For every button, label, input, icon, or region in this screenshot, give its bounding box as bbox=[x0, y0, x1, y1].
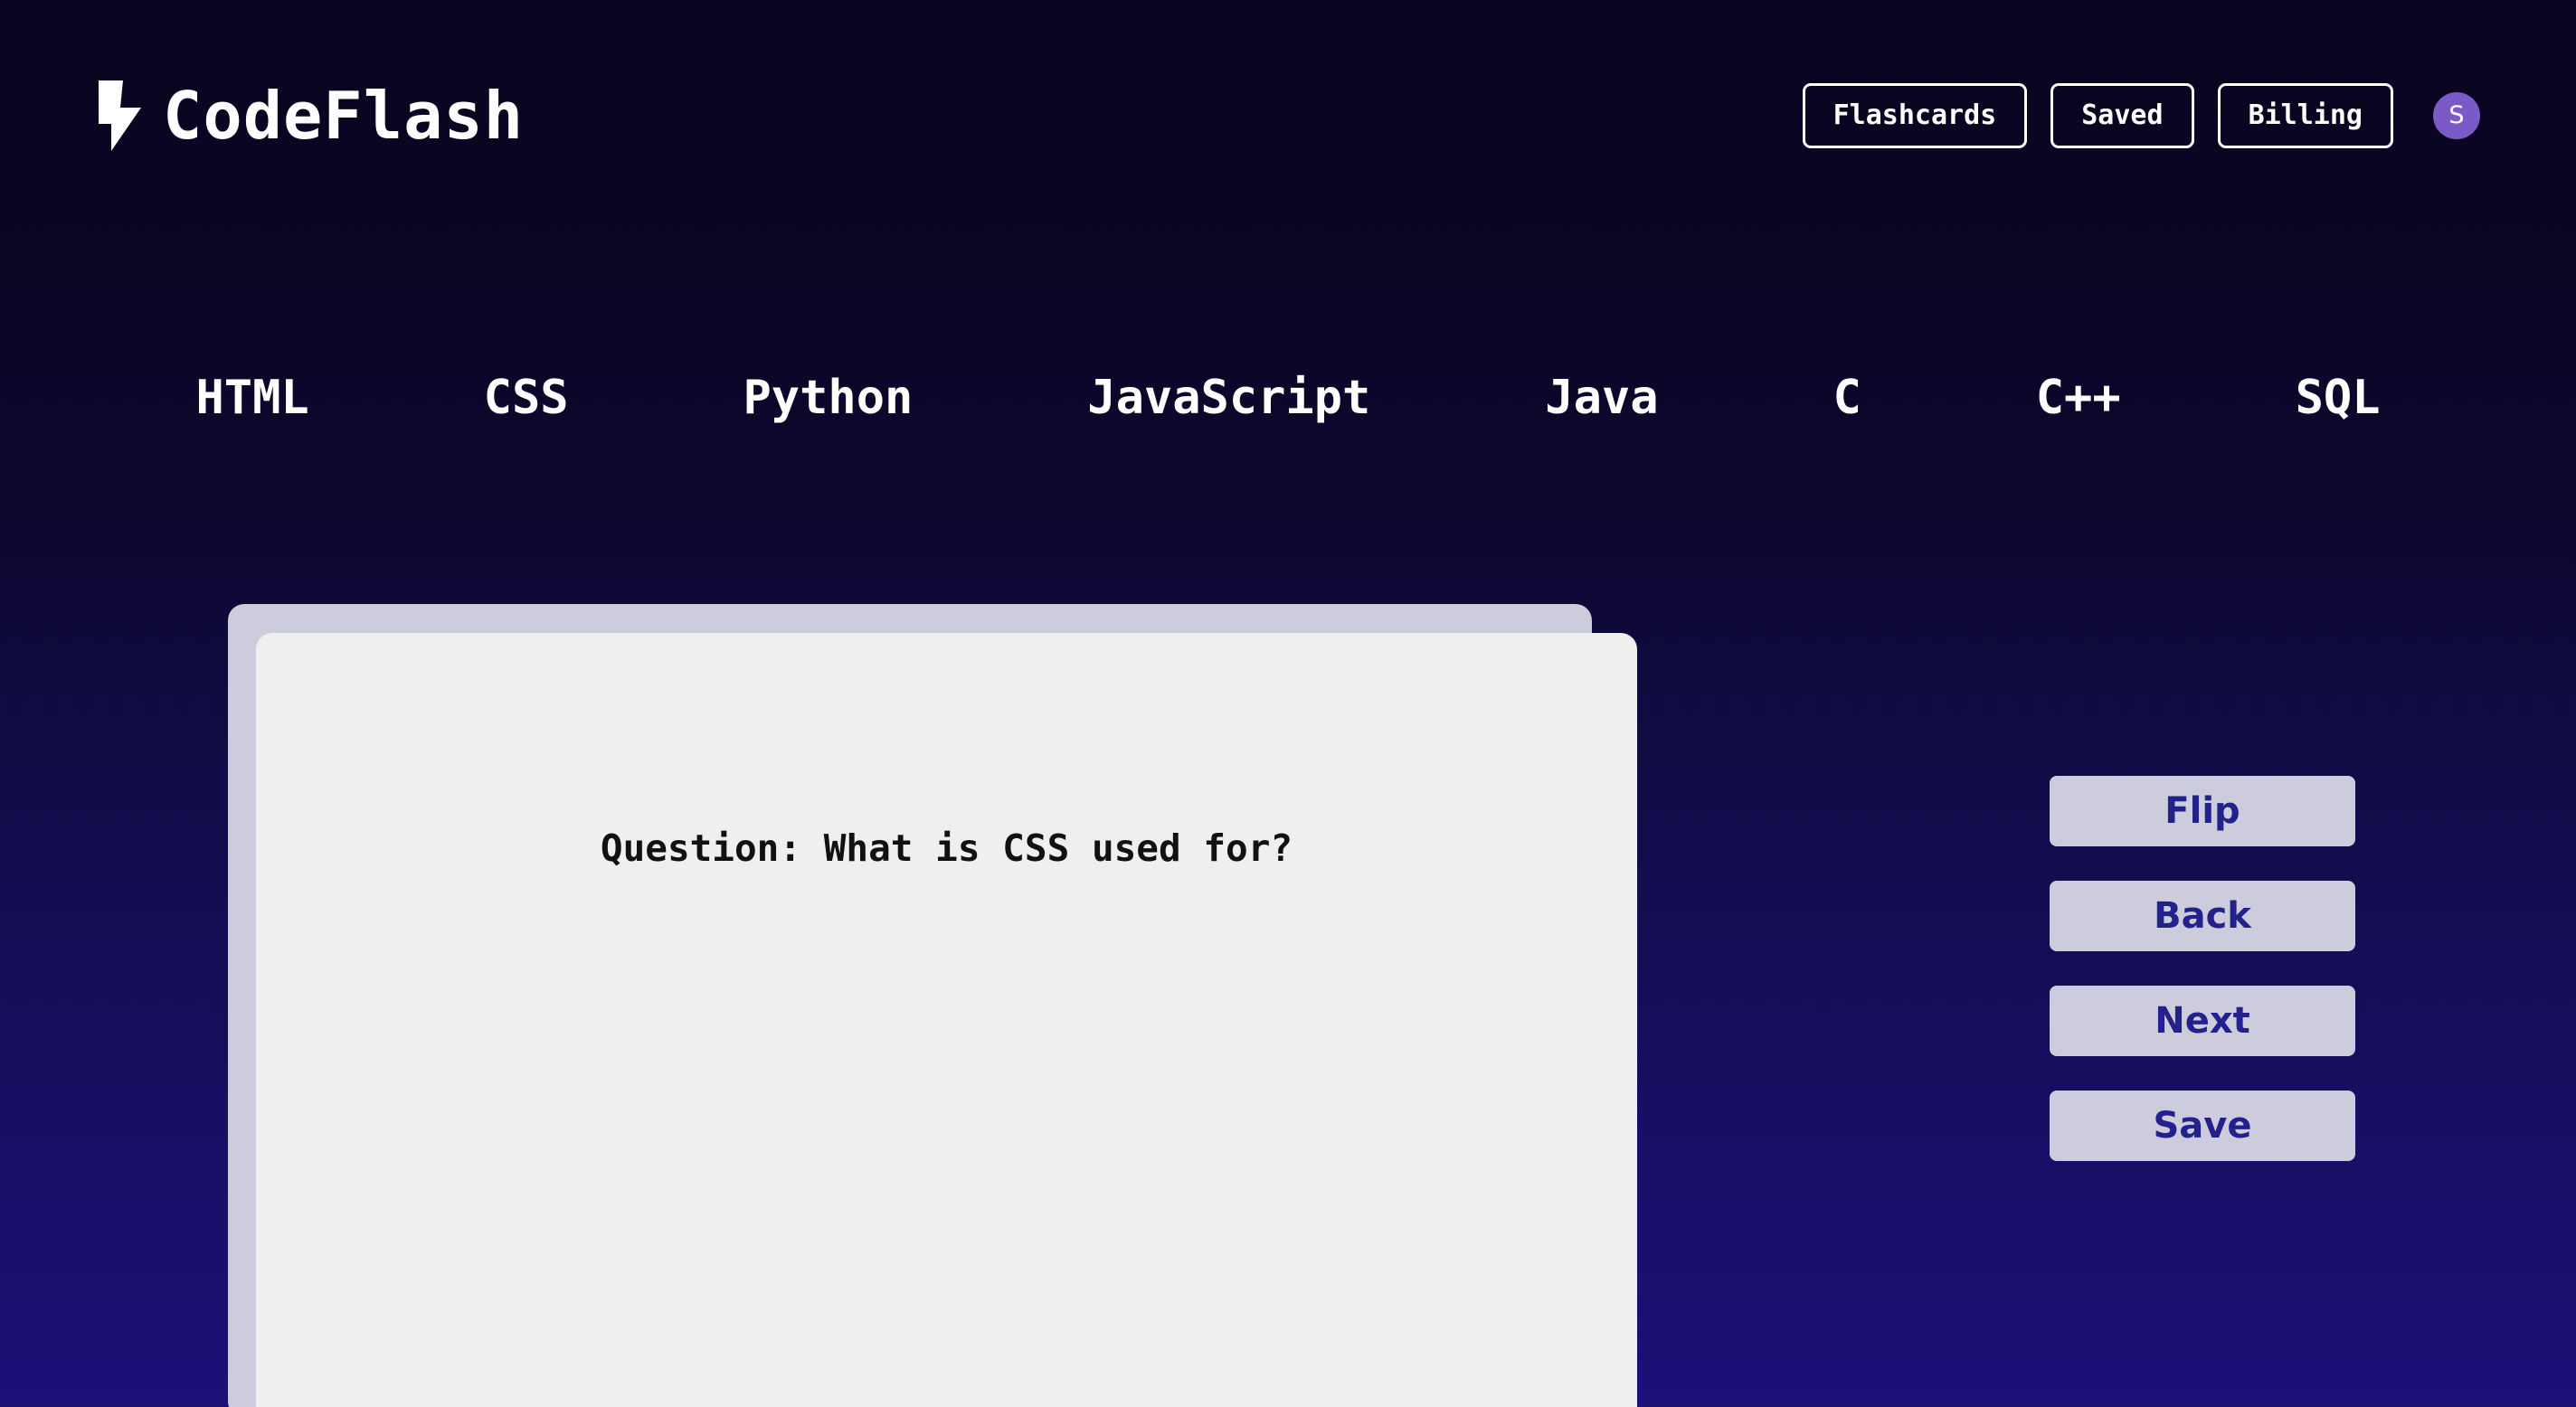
tab-css[interactable]: CSS bbox=[484, 374, 569, 421]
nav-button-flashcards[interactable]: Flashcards bbox=[1802, 82, 2028, 148]
tab-javascript[interactable]: JavaScript bbox=[1087, 374, 1370, 421]
save-button[interactable]: Save bbox=[2050, 1091, 2355, 1161]
language-tab-bar: HTML CSS Python JavaScript Java C C++ SQ… bbox=[0, 348, 2576, 448]
tab-html[interactable]: HTML bbox=[195, 374, 308, 421]
flip-button[interactable]: Flip bbox=[2050, 776, 2355, 846]
flashcard-actions: Flip Back Next Save bbox=[2050, 776, 2355, 1161]
tab-java[interactable]: Java bbox=[1545, 374, 1658, 421]
tab-sql[interactable]: SQL bbox=[2296, 374, 2381, 421]
brand-name: CodeFlash bbox=[163, 77, 525, 154]
header-nav: Flashcards Saved Billing S bbox=[1802, 82, 2480, 148]
flashcard-question-text: Question: What is CSS used for? bbox=[600, 826, 1293, 870]
tab-cpp[interactable]: C++ bbox=[2036, 374, 2121, 421]
next-button[interactable]: Next bbox=[2050, 986, 2355, 1056]
tab-python[interactable]: Python bbox=[743, 374, 914, 421]
tab-c[interactable]: C bbox=[1833, 374, 1861, 421]
app-header: CodeFlash Flashcards Saved Billing S bbox=[0, 0, 2576, 253]
flashcard-front[interactable]: Question: What is CSS used for? bbox=[256, 633, 1637, 1407]
brand-logo[interactable]: CodeFlash bbox=[96, 80, 524, 151]
nav-button-billing[interactable]: Billing bbox=[2217, 82, 2393, 148]
lightning-bolt-icon bbox=[99, 80, 141, 151]
avatar[interactable]: S bbox=[2433, 91, 2480, 139]
back-button[interactable]: Back bbox=[2050, 881, 2355, 951]
nav-button-saved[interactable]: Saved bbox=[2050, 82, 2194, 148]
